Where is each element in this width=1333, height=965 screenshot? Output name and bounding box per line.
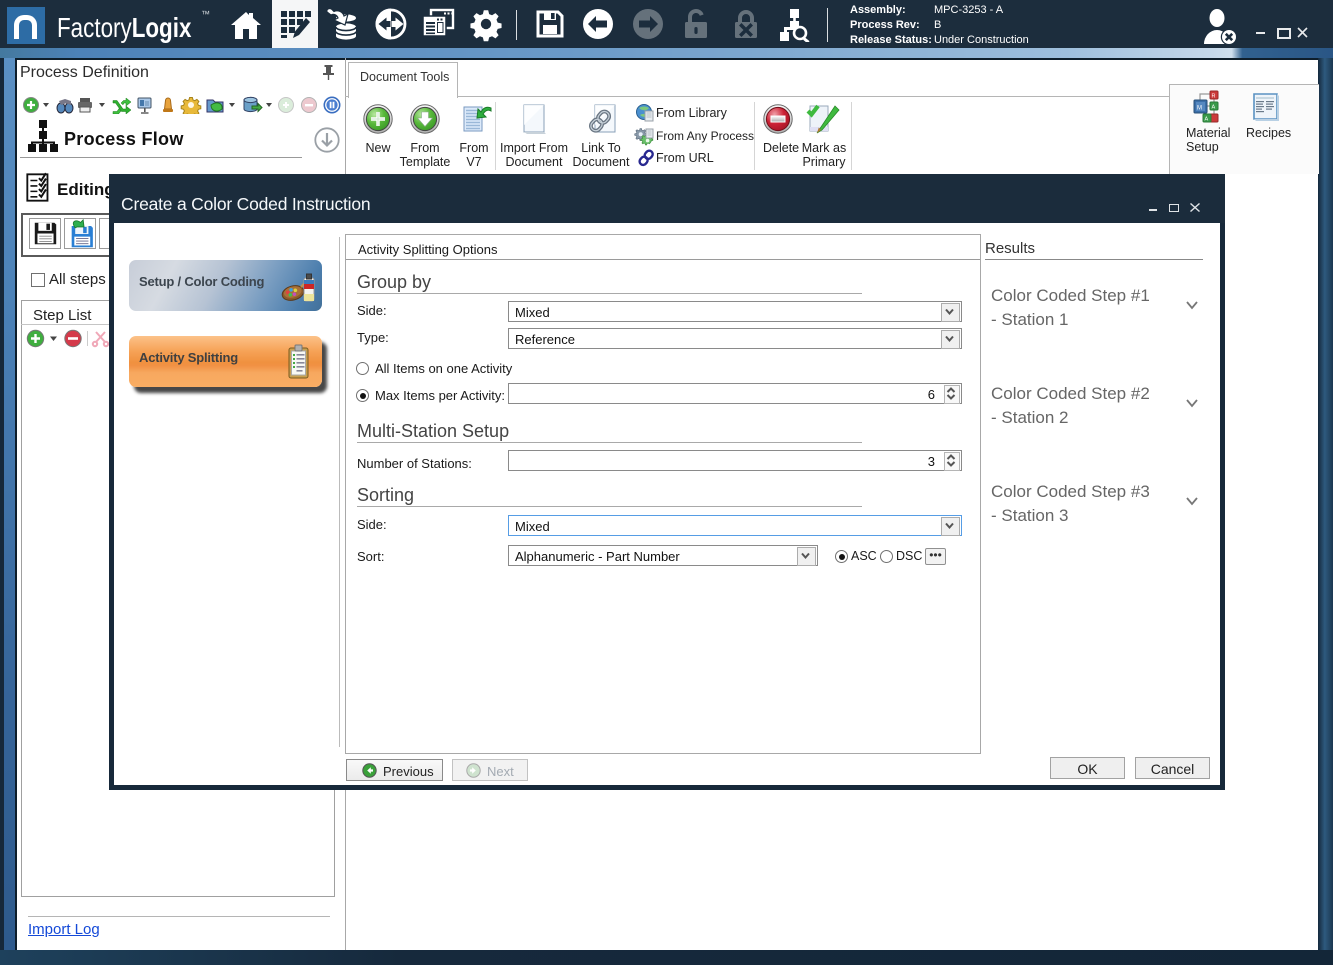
svg-text:M: M: [1197, 106, 1202, 112]
svg-text:R: R: [1212, 94, 1216, 100]
svg-text:A: A: [1205, 117, 1209, 123]
svg-text:A: A: [1212, 105, 1216, 111]
